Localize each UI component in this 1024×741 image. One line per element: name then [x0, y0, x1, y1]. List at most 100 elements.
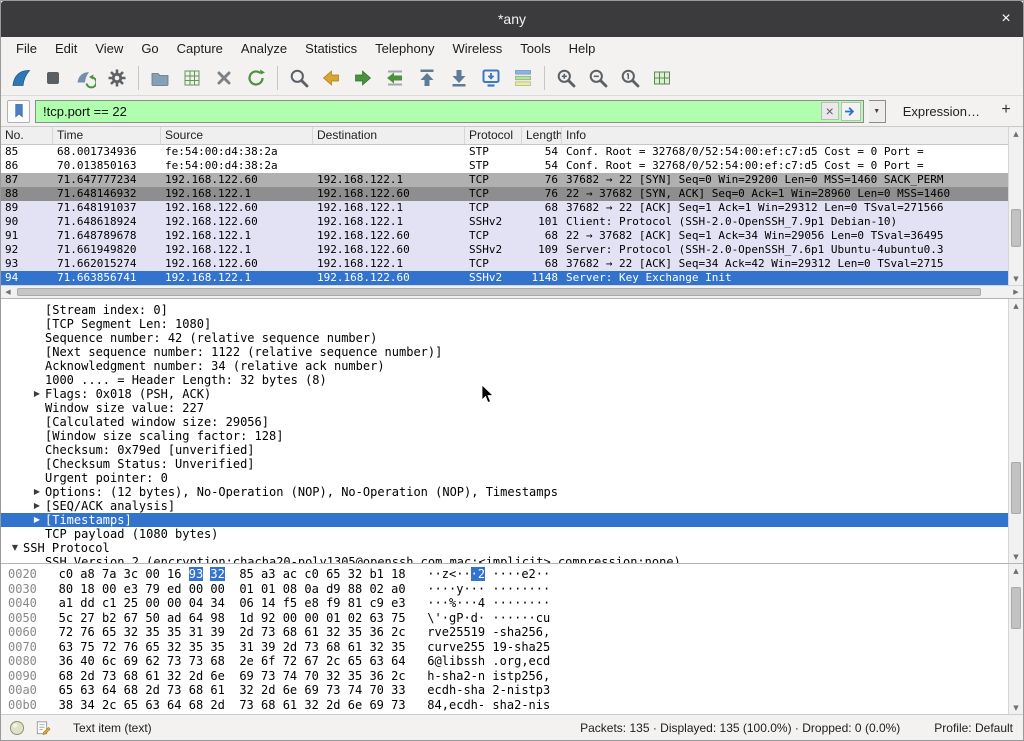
- menu-item-capture[interactable]: Capture: [168, 39, 232, 59]
- column-header-info[interactable]: Info: [562, 127, 1008, 144]
- detail-line[interactable]: TCP payload (1080 bytes): [1, 527, 1008, 541]
- packet-row[interactable]: 8771.647777234192.168.122.60192.168.122.…: [1, 173, 1008, 187]
- scroll-down-icon[interactable]: ▼: [1009, 272, 1023, 285]
- go-forward-button[interactable]: [347, 63, 379, 93]
- scrollbar-thumb[interactable]: [1011, 587, 1021, 629]
- detail-line[interactable]: [Next sequence number: 1122 (relative se…: [1, 345, 1008, 359]
- detail-line[interactable]: Acknowledgment number: 34 (relative ack …: [1, 359, 1008, 373]
- menu-item-tools[interactable]: Tools: [511, 39, 559, 59]
- status-profile[interactable]: Profile: Default: [934, 721, 1013, 735]
- filter-clear-button[interactable]: ×: [821, 102, 839, 120]
- detail-line[interactable]: [Checksum Status: Unverified]: [1, 457, 1008, 471]
- packet-row[interactable]: 9171.648789678192.168.122.1192.168.122.6…: [1, 229, 1008, 243]
- details-scrollbar[interactable]: ▲ ▼: [1008, 299, 1023, 563]
- packet-list-hscrollbar[interactable]: ◀ ▶: [1, 285, 1023, 298]
- scroll-down-icon[interactable]: ▼: [1009, 550, 1023, 563]
- filter-bookmark-button[interactable]: [7, 100, 30, 123]
- menu-item-wireless[interactable]: Wireless: [443, 39, 511, 59]
- zoom-normal-button[interactable]: [614, 63, 646, 93]
- window-close-button[interactable]: ×: [995, 8, 1017, 30]
- add-filter-button[interactable]: +: [995, 100, 1017, 122]
- capture-comment-button[interactable]: [33, 718, 53, 738]
- go-last-button[interactable]: [443, 63, 475, 93]
- detail-line[interactable]: SSH Version 2 (encryption:chacha20-poly1…: [1, 555, 1008, 563]
- column-header-destination[interactable]: Destination: [313, 127, 465, 144]
- scroll-up-icon[interactable]: ▲: [1009, 564, 1023, 577]
- scroll-up-icon[interactable]: ▲: [1009, 299, 1023, 312]
- hex-row[interactable]: 0070 63 75 72 76 65 32 35 35 31 39 2d 73…: [8, 640, 1008, 655]
- find-packet-button[interactable]: [283, 63, 315, 93]
- detail-line[interactable]: ▼SSH Protocol: [1, 541, 1008, 555]
- capture-options-button[interactable]: [101, 63, 133, 93]
- detail-line[interactable]: Window size value: 227: [1, 401, 1008, 415]
- expand-arrow-icon[interactable]: ▶: [29, 499, 45, 513]
- menu-item-file[interactable]: File: [7, 39, 46, 59]
- menu-item-statistics[interactable]: Statistics: [296, 39, 366, 59]
- packet-row[interactable]: 8670.013850163fe:54:00:d4:38:2aSTP54Conf…: [1, 159, 1008, 173]
- hex-row[interactable]: 00b0 38 34 2c 65 63 64 68 2d 73 68 61 32…: [8, 698, 1008, 713]
- packet-row[interactable]: 8971.648191037192.168.122.60192.168.122.…: [1, 201, 1008, 215]
- menu-item-go[interactable]: Go: [132, 39, 167, 59]
- hex-row[interactable]: 0060 72 76 65 32 35 35 31 39 2d 73 68 61…: [8, 625, 1008, 640]
- column-header-source[interactable]: Source: [161, 127, 313, 144]
- start-capture-button[interactable]: [5, 63, 37, 93]
- packet-row[interactable]: 8568.001734936fe:54:00:d4:38:2aSTP54Conf…: [1, 145, 1008, 159]
- scroll-down-icon[interactable]: ▼: [1009, 701, 1023, 714]
- detail-line[interactable]: Checksum: 0x79ed [unverified]: [1, 443, 1008, 457]
- zoom-in-button[interactable]: [550, 63, 582, 93]
- hex-row[interactable]: 0080 36 40 6c 69 62 73 73 68 2e 6f 72 67…: [8, 654, 1008, 669]
- packet-row[interactable]: 9071.648618924192.168.122.60192.168.122.…: [1, 215, 1008, 229]
- hex-scrollbar[interactable]: ▲ ▼: [1008, 564, 1023, 714]
- resize-columns-button[interactable]: [646, 63, 678, 93]
- reload-file-button[interactable]: [240, 63, 272, 93]
- close-file-button[interactable]: [208, 63, 240, 93]
- detail-line[interactable]: ▶[Timestamps]: [1, 513, 1008, 527]
- go-back-button[interactable]: [315, 63, 347, 93]
- column-header-no[interactable]: No.: [1, 127, 53, 144]
- scrollbar-thumb[interactable]: [1011, 209, 1021, 247]
- detail-line[interactable]: ▶Options: (12 bytes), No-Operation (NOP)…: [1, 485, 1008, 499]
- hex-row[interactable]: 0020 c0 a8 7a 3c 00 16 93 32 85 a3 ac c0…: [8, 567, 1008, 582]
- packet-list-scrollbar[interactable]: ▲ ▼: [1008, 127, 1023, 285]
- auto-scroll-button[interactable]: [475, 63, 507, 93]
- go-to-packet-button[interactable]: [379, 63, 411, 93]
- collapse-arrow-icon[interactable]: ▼: [7, 541, 23, 555]
- hex-row[interactable]: 0090 68 2d 73 68 61 32 2d 6e 69 73 74 70…: [8, 669, 1008, 684]
- expand-arrow-icon[interactable]: ▶: [29, 513, 45, 527]
- detail-line[interactable]: Urgent pointer: 0: [1, 471, 1008, 485]
- column-header-time[interactable]: Time: [53, 127, 161, 144]
- detail-line[interactable]: [Stream index: 0]: [1, 303, 1008, 317]
- column-header-protocol[interactable]: Protocol: [465, 127, 522, 144]
- hex-row[interactable]: 0050 5c 27 b2 67 50 ad 64 98 1d 92 00 00…: [8, 611, 1008, 626]
- detail-line[interactable]: [TCP Segment Len: 1080]: [1, 317, 1008, 331]
- scroll-right-icon[interactable]: ▶: [1009, 288, 1023, 296]
- hex-row[interactable]: 0030 80 18 00 e3 79 ed 00 00 01 01 08 0a…: [8, 582, 1008, 597]
- menu-item-help[interactable]: Help: [560, 39, 605, 59]
- menu-item-view[interactable]: View: [86, 39, 132, 59]
- colorize-packets-button[interactable]: [507, 63, 539, 93]
- save-file-button[interactable]: [176, 63, 208, 93]
- display-filter-input[interactable]: !tcp.port == 22 ×: [35, 100, 864, 123]
- packet-row[interactable]: 9271.661949820192.168.122.1192.168.122.6…: [1, 243, 1008, 257]
- hex-row[interactable]: 0040 a1 dd c1 25 00 00 04 34 06 14 f5 e8…: [8, 596, 1008, 611]
- filter-dropdown-button[interactable]: ▼: [869, 100, 886, 123]
- expression-button[interactable]: Expression…: [891, 104, 990, 119]
- packet-row[interactable]: 9371.662015274192.168.122.60192.168.122.…: [1, 257, 1008, 271]
- packet-row[interactable]: 9471.663856741192.168.122.1192.168.122.6…: [1, 271, 1008, 285]
- packet-row[interactable]: 8871.648146932192.168.122.1192.168.122.6…: [1, 187, 1008, 201]
- detail-line[interactable]: 1000 .... = Header Length: 32 bytes (8): [1, 373, 1008, 387]
- menu-item-analyze[interactable]: Analyze: [232, 39, 296, 59]
- detail-line[interactable]: [Window size scaling factor: 128]: [1, 429, 1008, 443]
- column-header-length[interactable]: Length: [522, 127, 562, 144]
- hscrollbar-thumb[interactable]: [17, 288, 981, 296]
- detail-line[interactable]: [Calculated window size: 29056]: [1, 415, 1008, 429]
- expand-arrow-icon[interactable]: ▶: [29, 387, 45, 401]
- restart-capture-button[interactable]: [69, 63, 101, 93]
- hex-row[interactable]: 00a0 65 63 64 68 2d 73 68 61 32 2d 6e 69…: [8, 683, 1008, 698]
- expand-arrow-icon[interactable]: ▶: [29, 485, 45, 499]
- stop-capture-button[interactable]: [37, 63, 69, 93]
- filter-apply-button[interactable]: [841, 102, 861, 121]
- detail-line[interactable]: ▶Flags: 0x018 (PSH, ACK): [1, 387, 1008, 401]
- menu-item-telephony[interactable]: Telephony: [366, 39, 443, 59]
- detail-line[interactable]: Sequence number: 42 (relative sequence n…: [1, 331, 1008, 345]
